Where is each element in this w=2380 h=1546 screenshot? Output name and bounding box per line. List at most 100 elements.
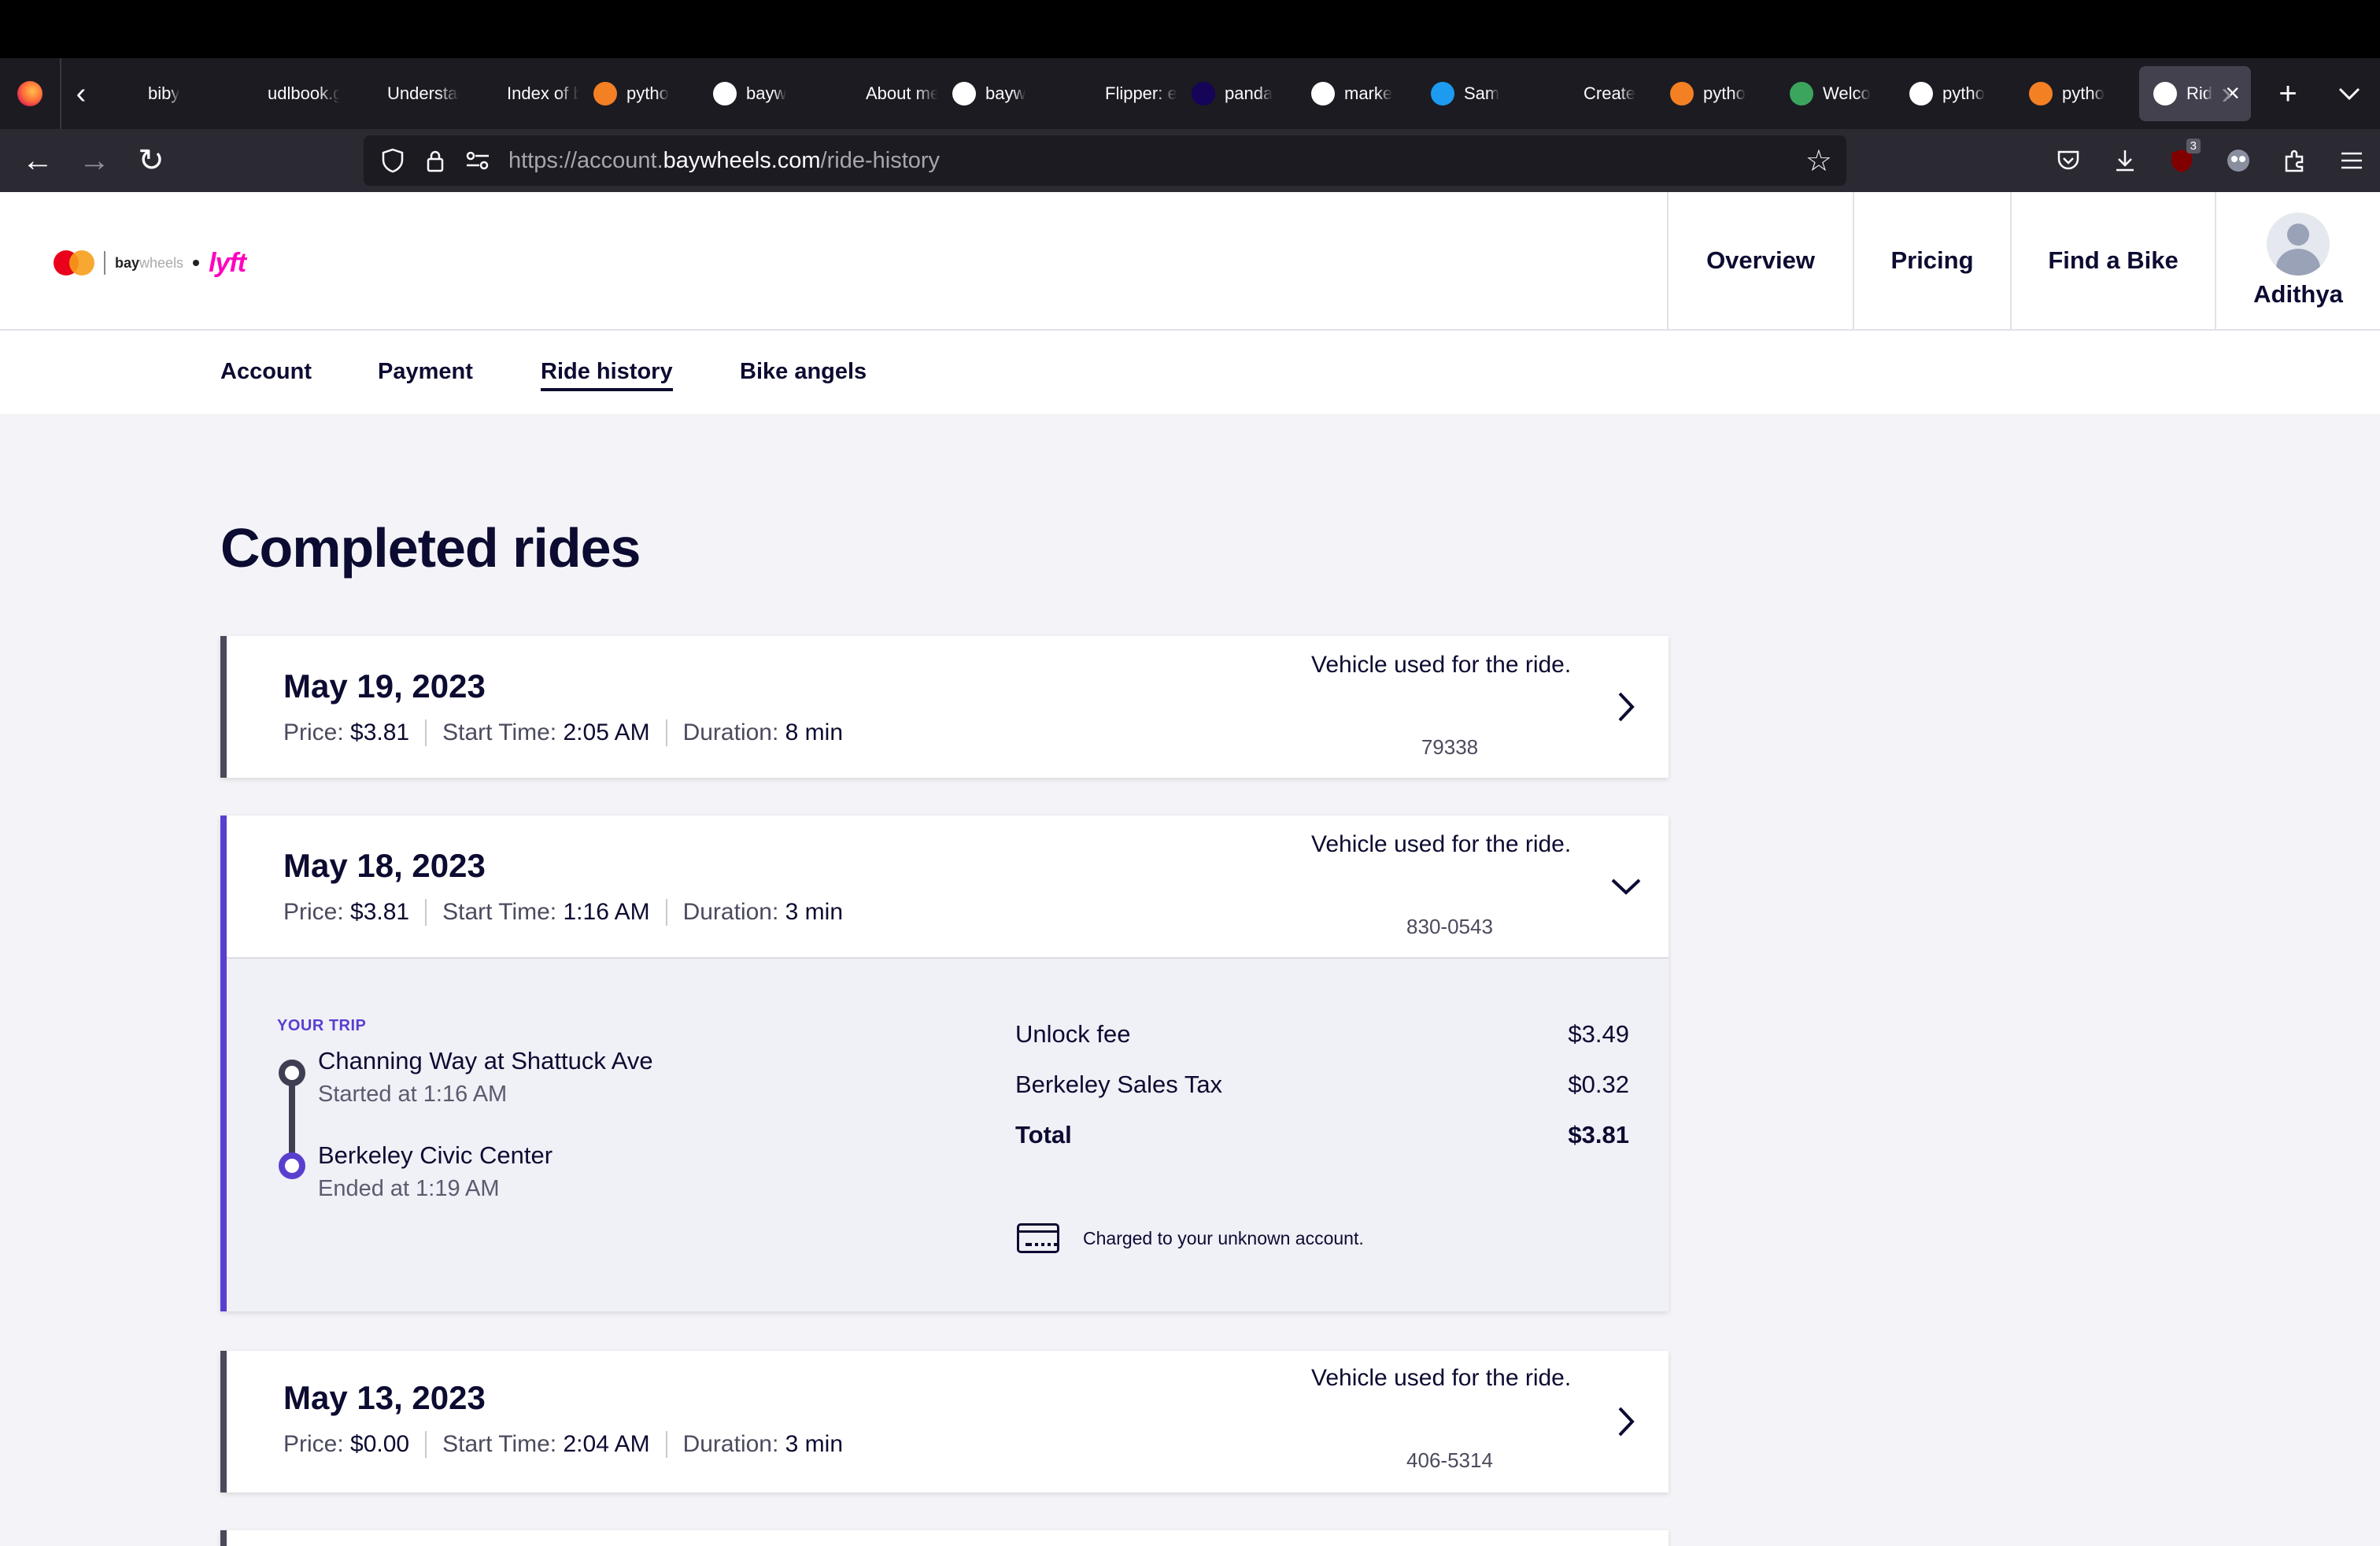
ride-price: Price: $3.81	[283, 719, 427, 746]
nav-pricing[interactable]: Pricing	[1853, 192, 2010, 329]
profile-extension-icon[interactable]	[2210, 129, 2267, 192]
browser-tab[interactable]: Index of b	[460, 66, 579, 121]
vehicle-label: Vehicle used for the ride.	[1311, 831, 1572, 857]
browser-tab[interactable]: udlbook.g	[220, 66, 340, 121]
browser-tab[interactable]: panda	[1177, 66, 1297, 121]
ride-duration: Duration: 3 min	[683, 899, 859, 926]
ublock-extension-icon[interactable]: 3	[2153, 129, 2210, 192]
forward-button[interactable]: →	[66, 129, 123, 192]
firefox-icon	[17, 81, 42, 106]
extensions-puzzle-icon[interactable]	[2267, 129, 2323, 192]
user-menu[interactable]: Adithya	[2215, 192, 2380, 329]
browser-tab[interactable]: pytho	[1656, 66, 1776, 121]
ride-price: Price: $3.81	[283, 899, 427, 926]
browser-tab[interactable]: bayw	[938, 66, 1058, 121]
menu-hamburger-icon[interactable]	[2323, 129, 2380, 192]
favicon-icon	[713, 82, 737, 105]
browser-tab[interactable]: pytho	[1895, 66, 2015, 121]
tab-scroll-right-button[interactable]: ›	[2196, 58, 2257, 129]
lock-icon[interactable]	[414, 135, 456, 186]
url-prefix: https://account.	[508, 147, 663, 173]
favicon-icon	[1670, 82, 1694, 105]
bookmark-star-icon[interactable]: ☆	[1805, 143, 1832, 179]
tab-scroll-left-button[interactable]: ‹	[61, 58, 101, 129]
start-point-marker-icon	[279, 1060, 305, 1086]
tab-label: bayw	[746, 83, 787, 103]
start-time-label: Start Time:	[442, 899, 557, 925]
price-label: Price:	[283, 1431, 344, 1457]
site-header: baywheels lyft Overview Pricing Find a B…	[0, 192, 2380, 331]
chevron-right-icon[interactable]	[1602, 1398, 1650, 1445]
permissions-icon[interactable]	[456, 135, 499, 186]
browser-tab[interactable]: biby	[101, 66, 220, 121]
arrow-right-icon: →	[79, 142, 110, 178]
chevron-right-icon[interactable]	[1602, 683, 1650, 730]
vehicle-label: Vehicle used for the ride.	[1311, 1365, 1572, 1391]
favicon-icon	[354, 82, 378, 105]
favicon-icon	[593, 82, 617, 105]
ride-card-expanded[interactable]: May 18, 2023 Price: $3.81 Start Time: 1:…	[220, 816, 1669, 1311]
baywheels-wordmark: baywheels	[115, 255, 183, 272]
browser-tab[interactable]: marke	[1297, 66, 1417, 121]
avatar	[2267, 213, 2330, 276]
price-value: $3.81	[350, 719, 410, 745]
ride-start-time: Start Time: 2:04 AM	[442, 1431, 667, 1458]
ride-card[interactable]: May 19, 2023 Price: $3.81 Start Time: 2:…	[220, 636, 1669, 778]
ride-card[interactable]: May 13, 2023 Price: $0.00 Start Time: 2:…	[220, 1351, 1669, 1492]
pocket-icon[interactable]	[2040, 129, 2097, 192]
nav-find-a-bike[interactable]: Find a Bike	[2010, 192, 2215, 329]
back-button[interactable]: ←	[9, 129, 66, 192]
price-label: Price:	[283, 899, 344, 925]
browser-tab[interactable]: Create	[1536, 66, 1656, 121]
list-all-tabs-button[interactable]	[2319, 58, 2380, 129]
chevron-down-icon[interactable]	[1602, 863, 1650, 910]
tab-label: marke	[1344, 83, 1393, 103]
favicon-icon	[1790, 82, 1813, 105]
start-time-value: 2:04 AM	[563, 1431, 650, 1457]
end-time-text: Ended at 1:19 AM	[318, 1176, 500, 1201]
subnav-bike-angels[interactable]: Bike angels	[740, 359, 867, 385]
favicon-icon	[1431, 82, 1454, 105]
duration-value: 8 min	[785, 719, 844, 745]
downloads-icon[interactable]	[2097, 129, 2153, 192]
tab-label: udlbook.g	[268, 83, 340, 103]
extension-badge: 3	[2186, 139, 2201, 153]
nav-overview[interactable]: Overview	[1667, 192, 1853, 329]
browser-tab[interactable]: Welco	[1776, 66, 1895, 121]
vehicle-label: Vehicle used for the ride.	[1311, 652, 1572, 678]
site-logo[interactable]: baywheels lyft	[54, 247, 246, 279]
price-value: $0.00	[350, 1431, 410, 1457]
browser-tab[interactable]: Flipper: ex	[1058, 66, 1177, 121]
browser-tab[interactable]: Sam	[1417, 66, 1536, 121]
ride-card[interactable]	[220, 1530, 1669, 1546]
ride-meta: Price: $3.81 Start Time: 1:16 AM Duratio…	[283, 899, 874, 926]
ride-start-time: Start Time: 1:16 AM	[442, 899, 667, 926]
vehicle-id: 406-5314	[1406, 1448, 1493, 1472]
url-bar[interactable]: https://account.baywheels.com/ride-histo…	[364, 135, 1846, 186]
browser-tab[interactable]: About me	[819, 66, 938, 121]
logo-divider	[104, 251, 105, 275]
new-tab-button[interactable]: +	[2257, 58, 2319, 129]
reload-icon: ↻	[138, 143, 164, 178]
start-time-value: 2:05 AM	[563, 719, 650, 745]
firefox-view-button[interactable]	[0, 58, 61, 129]
favicon-icon	[1311, 82, 1335, 105]
subnav-account[interactable]: Account	[220, 359, 312, 385]
favicon-icon	[235, 82, 258, 105]
browser-tab[interactable]: pytho	[579, 66, 699, 121]
start-time-label: Start Time:	[442, 719, 557, 745]
duration-label: Duration:	[682, 1431, 779, 1457]
user-name: Adithya	[2253, 280, 2343, 308]
browser-tab[interactable]: Understan	[340, 66, 460, 121]
tab-list: biby udlbook.g Understan Index of b pytho bay…	[101, 58, 2134, 129]
shield-icon[interactable]	[371, 135, 414, 186]
browser-tab[interactable]: bayw	[699, 66, 819, 121]
fee-label: Berkeley Sales Tax	[1015, 1071, 1223, 1098]
subnav-payment[interactable]: Payment	[378, 359, 473, 385]
fee-row: Berkeley Sales Tax $0.32	[1015, 1071, 1629, 1099]
subnav-ride-history[interactable]: Ride history	[541, 359, 673, 391]
browser-tab[interactable]: pytho	[2015, 66, 2134, 121]
reload-button[interactable]: ↻	[123, 129, 179, 192]
mastercard-logo-icon	[54, 250, 94, 276]
end-point-marker-icon	[279, 1152, 305, 1179]
